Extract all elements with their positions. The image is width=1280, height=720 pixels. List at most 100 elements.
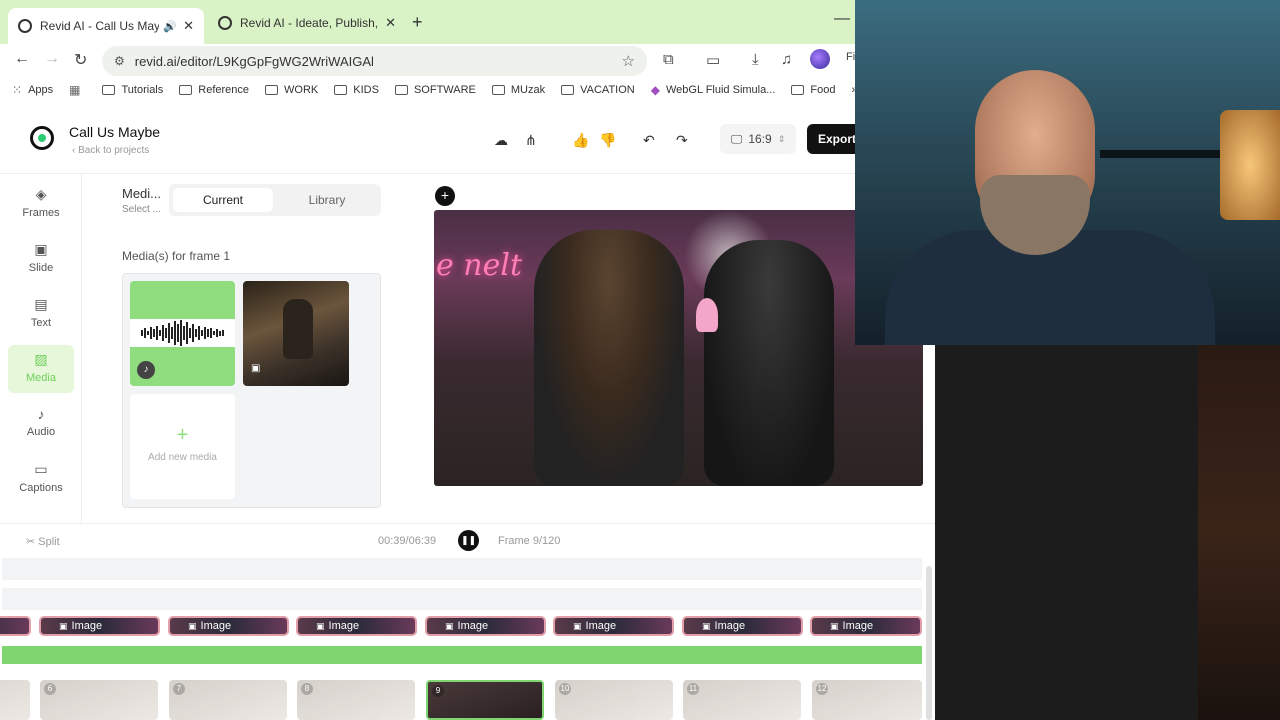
revid-favicon-icon — [18, 19, 32, 33]
captions-icon: ▭ — [34, 461, 48, 477]
bookmark-label: Reference — [198, 84, 250, 96]
media-panel: Medi... Select ... Current Library Media… — [83, 174, 420, 524]
clip-label: Image — [585, 620, 617, 632]
timeline-track-empty[interactable] — [2, 588, 922, 610]
frame-thumbnail[interactable]: 11 — [683, 680, 801, 720]
tab-bar: Revid AI - Call Us Maybe 🔊 ✕ Revid AI - … — [0, 0, 935, 44]
frame-thumbnail[interactable]: 12 — [812, 680, 922, 720]
bookmark-work[interactable]: WORK — [265, 84, 318, 96]
tab-ideate[interactable]: Revid AI - Ideate, Publish, Go Vi ✕ — [208, 8, 406, 38]
back-to-projects-link[interactable]: ‹ Back to projects — [72, 145, 149, 156]
tab-library[interactable]: Library — [277, 188, 377, 212]
image-clip[interactable]: ▣Image — [39, 616, 160, 636]
frame-thumbnail[interactable]: 8 — [297, 680, 415, 720]
bookmark-label: Tutorials — [121, 84, 164, 96]
bookmark-star-icon[interactable]: ☆ — [622, 52, 635, 70]
cast-icon[interactable]: ▭ — [706, 51, 720, 69]
frame-thumbnail[interactable]: 6 — [40, 680, 158, 720]
reload-icon[interactable]: ↻ — [74, 50, 87, 70]
tab-call-us-maybe[interactable]: Revid AI - Call Us Maybe 🔊 ✕ — [8, 8, 204, 44]
profile-label[interactable]: Fi — [846, 51, 855, 63]
image-clip[interactable]: ▣Image — [682, 616, 803, 636]
bookmark-label: SOFTWARE — [413, 84, 476, 96]
video-preview[interactable]: e nelt — [434, 210, 923, 486]
site-info-icon[interactable]: ⚙ — [114, 54, 125, 68]
tab-current[interactable]: Current — [173, 188, 273, 212]
address-bar[interactable]: ⚙ revid.ai/editor/L9KgGpFgWG2WriWAIGAl ☆ — [102, 46, 647, 76]
download-icon[interactable]: ⤓ — [752, 51, 759, 68]
close-tab-icon[interactable]: ✕ — [183, 18, 194, 34]
cloud-save-icon[interactable]: ☁ — [494, 132, 508, 149]
audio-media-tile[interactable]: ♪ — [130, 281, 235, 386]
aspect-ratio-value: 16:9 — [748, 132, 772, 146]
media-icon: ▨ — [34, 351, 48, 367]
plus-icon: + — [176, 424, 189, 446]
bookmark-software[interactable]: SOFTWARE — [394, 84, 476, 96]
media-panel-title: Medi... — [122, 186, 162, 201]
bookmark-kids[interactable]: KIDS — [334, 84, 379, 96]
timeline-scrollbar[interactable] — [926, 566, 932, 720]
sidebar-item-audio[interactable]: ♪ Audio — [8, 400, 74, 448]
image-clip[interactable]: ▣Image — [810, 616, 922, 636]
frame-number: 7 — [173, 683, 185, 695]
extensions-icon[interactable]: ⧉ — [663, 51, 674, 68]
frame-thumbnail[interactable]: 10 — [555, 680, 673, 720]
speaker-icon[interactable]: 🔊 — [163, 20, 177, 33]
sidebar-item-slide[interactable]: ▣ Slide — [8, 235, 74, 283]
media-control-icon[interactable]: ♫ — [781, 51, 792, 68]
aspect-ratio-select[interactable]: 🖵 16:9 ⇕ — [720, 124, 796, 154]
revid-logo-icon[interactable] — [30, 126, 54, 150]
bookmark-food[interactable]: Food — [791, 84, 835, 96]
back-arrow-icon[interactable]: ← — [14, 50, 30, 68]
image-clip[interactable]: ▣Image — [168, 616, 289, 636]
new-tab-icon[interactable]: + — [412, 12, 423, 33]
timeline-track-empty[interactable] — [2, 558, 922, 580]
sidebar-item-captions[interactable]: ▭ Captions — [8, 455, 74, 503]
image-clip[interactable]: ▣Image — [425, 616, 546, 636]
split-button[interactable]: ✂ Split — [26, 535, 60, 548]
redo-icon[interactable]: ↷ — [676, 132, 688, 149]
forward-arrow-icon[interactable]: → — [44, 50, 60, 68]
music-note-icon: ♪ — [137, 361, 155, 379]
sidebar-item-frames[interactable]: ◈ Frames — [8, 180, 74, 228]
share-icon[interactable]: ⋔ — [525, 132, 537, 149]
bookmark-webgl[interactable]: ◆ WebGL Fluid Simula... — [651, 83, 776, 97]
thumbs-down-icon[interactable]: 👎 — [599, 132, 616, 149]
timeline-controls: ✂ Split 00:39/06:39 ❚❚ Frame 9/120 — [0, 523, 935, 557]
monitor-icon: 🖵 — [730, 131, 743, 146]
frame-thumbnail-selected[interactable]: 9 — [426, 680, 544, 720]
pause-button[interactable]: ❚❚ — [458, 530, 479, 551]
thumbs-up-icon[interactable]: 👍 — [572, 132, 589, 149]
bookmark-grid[interactable]: ▦ — [69, 83, 86, 97]
add-frame-icon[interactable]: + — [435, 186, 455, 206]
sidebar-item-media[interactable]: ▨ Media — [8, 345, 74, 393]
image-track: ▣ Image ▣ Image ▣ Image ▣ Image ▣ Image ▣ Imag… — [0, 616, 922, 636]
frame-counter: Frame 9/120 — [498, 535, 561, 547]
image-clip[interactable]: ▣Image — [296, 616, 417, 636]
frame-thumbnail[interactable]: 7 — [169, 680, 287, 720]
sidebar-item-text[interactable]: ▤ Text — [8, 290, 74, 338]
grid-icon: ▦ — [69, 83, 81, 97]
preview-lion-figure — [534, 230, 684, 486]
profile-avatar[interactable] — [810, 49, 830, 69]
thumbnail-figure — [283, 299, 313, 359]
add-new-media-button[interactable]: + Add new media — [130, 394, 235, 499]
image-clip[interactable]: ▣Image — [0, 616, 31, 636]
clip-label: Image — [328, 620, 360, 632]
bookmark-reference[interactable]: Reference — [179, 84, 249, 96]
undo-icon[interactable]: ↶ — [643, 132, 655, 149]
bookmark-label: Food — [810, 84, 836, 96]
bookmark-label: VACATION — [580, 84, 635, 96]
image-media-tile[interactable]: ▣ — [243, 281, 349, 386]
image-clip[interactable]: ▣Image — [553, 616, 674, 636]
bookmark-tutorials[interactable]: Tutorials — [102, 84, 163, 96]
webcam-shelf — [1100, 150, 1220, 158]
bookmark-muzak[interactable]: MUzak — [491, 84, 545, 96]
audio-track[interactable] — [2, 646, 922, 664]
bookmark-vacation[interactable]: VACATION — [561, 84, 635, 96]
close-tab-icon[interactable]: ✕ — [385, 15, 396, 31]
frame-thumbnail[interactable] — [0, 680, 30, 720]
bookmark-apps[interactable]: ⁙ Apps — [12, 83, 53, 97]
minimize-icon[interactable]: — — [834, 10, 850, 28]
bookmarks-bar: ⁙ Apps ▦ Tutorials Reference WORK KIDS SO… — [0, 78, 935, 102]
